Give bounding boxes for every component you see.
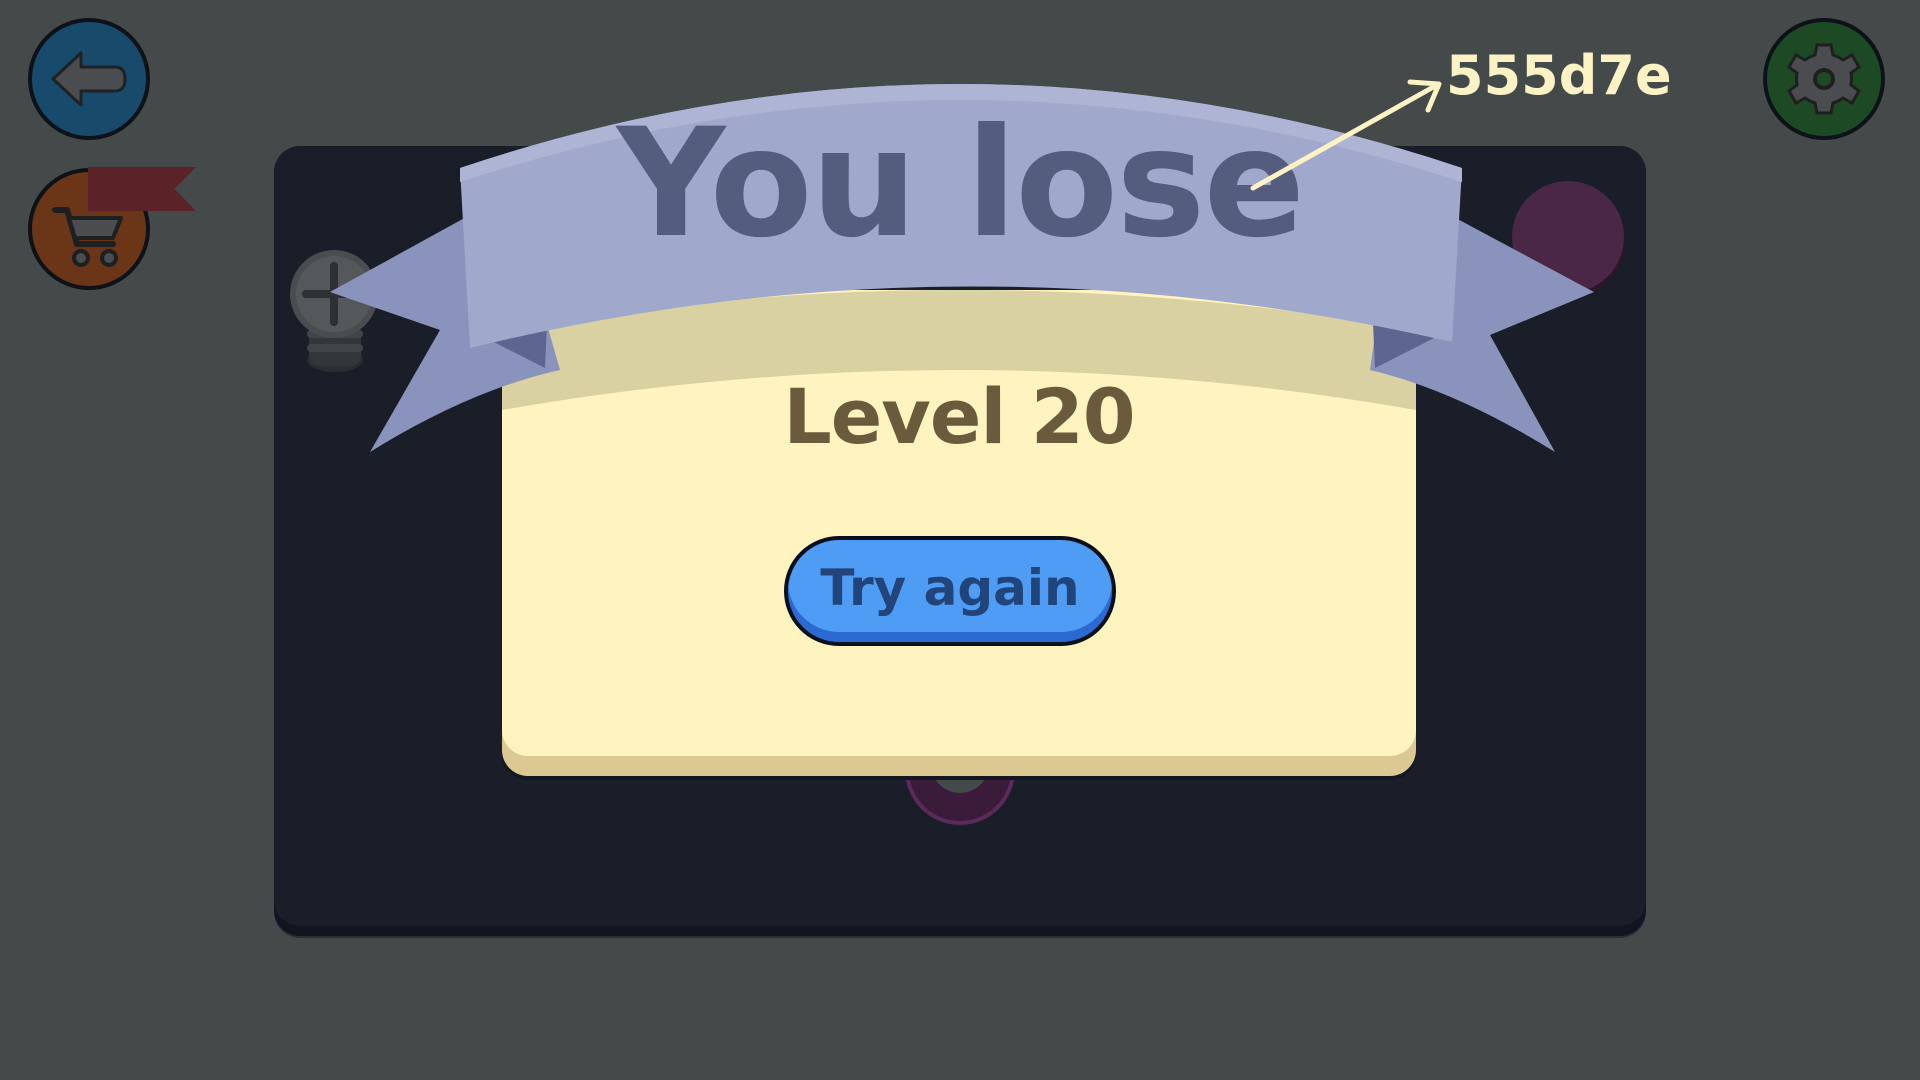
- try-again-label: Try again: [820, 559, 1080, 617]
- screw-icon: [290, 250, 378, 372]
- try-again-button[interactable]: Try again: [784, 536, 1116, 646]
- board-hole: [1512, 181, 1624, 293]
- result-panel: Level 20 Try again: [502, 290, 1416, 756]
- settings-button[interactable]: [1763, 18, 1885, 140]
- color-code-label: 555d7e: [1446, 44, 1672, 107]
- shop-badge-ribbon: [88, 167, 196, 211]
- shopping-cart-icon: [52, 207, 123, 267]
- game-screen: Level 20 Try again You lose 555d7e: [0, 0, 1920, 1080]
- back-arrow-icon: [51, 51, 127, 107]
- gear-icon: [1787, 43, 1861, 115]
- back-button[interactable]: [28, 18, 150, 140]
- level-title: Level 20: [783, 372, 1135, 461]
